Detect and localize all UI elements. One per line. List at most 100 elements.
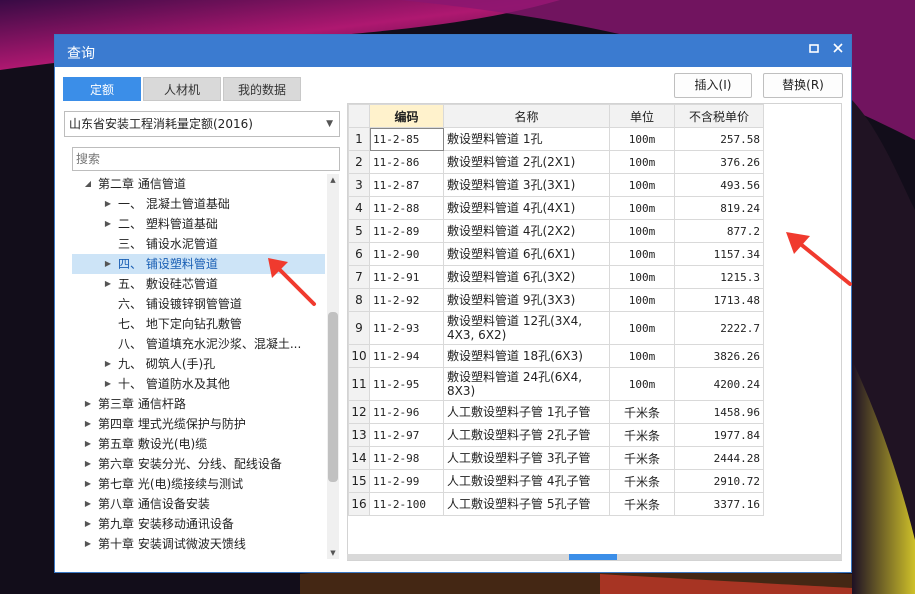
insert-button[interactable]: 插入(I) [674, 73, 752, 98]
grid-scroll-grip[interactable] [569, 554, 617, 560]
price-cell[interactable]: 2222.7 [674, 311, 764, 345]
triangle-right-icon[interactable]: ▶ [102, 254, 114, 274]
unit-cell[interactable]: 100m [609, 344, 675, 368]
tree-node[interactable]: ▶ 第四章 埋式光缆保护与防护 [72, 414, 325, 434]
tree-node[interactable]: ▶ 第六章 安装分光、分线、配线设备 [72, 454, 325, 474]
triangle-right-icon[interactable]: ▶ [82, 414, 94, 434]
unit-cell[interactable]: 100m [609, 150, 675, 174]
triangle-right-icon[interactable]: ▶ [82, 434, 94, 454]
price-cell[interactable]: 819.24 [674, 196, 764, 220]
name-cell[interactable]: 人工敷设塑料子管 1孔子管 [443, 400, 610, 424]
table-row[interactable]: 10 11-2-94 敷设塑料管道 18孔(6X3) 100m 3826.26 [348, 344, 764, 368]
triangle-right-icon[interactable]: ▶ [82, 494, 94, 514]
price-cell[interactable]: 2910.72 [674, 469, 764, 493]
price-cell[interactable]: 376.26 [674, 150, 764, 174]
name-cell[interactable]: 敷设塑料管道 12孔(3X4, 4X3, 6X2) [443, 311, 610, 345]
code-cell[interactable]: 11-2-85 [369, 127, 444, 151]
price-cell[interactable]: 4200.24 [674, 367, 764, 401]
name-cell[interactable]: 敷设塑料管道 24孔(6X4, 8X3) [443, 367, 610, 401]
tree-node[interactable]: ▶ 第七章 光(电)缆接续与测试 [72, 474, 325, 494]
table-row[interactable]: 15 11-2-99 人工敷设塑料子管 4孔子管 千米条 2910.72 [348, 469, 764, 493]
table-row[interactable]: 7 11-2-91 敷设塑料管道 6孔(3X2) 100m 1215.3 [348, 265, 764, 289]
unit-cell[interactable]: 100m [609, 196, 675, 220]
tree-node[interactable]: ▶ 十、 管道防水及其他 [72, 374, 325, 394]
code-cell[interactable]: 11-2-94 [369, 344, 444, 368]
triangle-right-icon[interactable]: ▶ [102, 194, 114, 214]
tree-node[interactable]: 三、 铺设水泥管道 [72, 234, 325, 254]
scroll-up-icon[interactable]: ▲ [327, 174, 339, 186]
triangle-right-icon[interactable]: ▶ [82, 534, 94, 554]
unit-cell[interactable]: 100m [609, 311, 675, 345]
price-cell[interactable]: 1215.3 [674, 265, 764, 289]
unit-cell[interactable]: 千米条 [609, 469, 675, 493]
name-cell[interactable]: 敷设塑料管道 3孔(3X1) [443, 173, 610, 197]
column-header-price[interactable]: 不含税单价 [674, 104, 764, 128]
name-cell[interactable]: 人工敷设塑料子管 3孔子管 [443, 446, 610, 470]
price-cell[interactable]: 3826.26 [674, 344, 764, 368]
unit-cell[interactable]: 千米条 [609, 446, 675, 470]
tree-node[interactable]: ▶ 第五章 敷设光(电)缆 [72, 434, 325, 454]
code-cell[interactable]: 11-2-91 [369, 265, 444, 289]
tab-labor-material-machine[interactable]: 人材机 [143, 77, 221, 101]
table-row[interactable]: 13 11-2-97 人工敷设塑料子管 2孔子管 千米条 1977.84 [348, 423, 764, 447]
tree-node[interactable]: ▶ 第十章 安装调试微波天馈线 [72, 534, 325, 554]
name-cell[interactable]: 敷设塑料管道 18孔(6X3) [443, 344, 610, 368]
name-cell[interactable]: 敷设塑料管道 2孔(2X1) [443, 150, 610, 174]
table-row[interactable]: 6 11-2-90 敷设塑料管道 6孔(6X1) 100m 1157.34 [348, 242, 764, 266]
replace-button[interactable]: 替换(R) [763, 73, 843, 98]
name-cell[interactable]: 人工敷设塑料子管 5孔子管 [443, 492, 610, 516]
grid-horizontal-scrollbar[interactable] [347, 554, 842, 560]
quota-library-select[interactable]: 山东省安装工程消耗量定额(2016) ▼ [64, 111, 340, 137]
name-cell[interactable]: 人工敷设塑料子管 4孔子管 [443, 469, 610, 493]
table-row[interactable]: 2 11-2-86 敷设塑料管道 2孔(2X1) 100m 376.26 [348, 150, 764, 174]
code-cell[interactable]: 11-2-86 [369, 150, 444, 174]
column-header-code[interactable]: 编码 [369, 104, 444, 128]
table-row[interactable]: 3 11-2-87 敷设塑料管道 3孔(3X1) 100m 493.56 [348, 173, 764, 197]
dialog-titlebar[interactable]: 查询 [55, 35, 851, 67]
triangle-right-icon[interactable]: ▶ [102, 374, 114, 394]
table-row[interactable]: 5 11-2-89 敷设塑料管道 4孔(2X2) 100m 877.2 [348, 219, 764, 243]
triangle-right-icon[interactable]: ▶ [102, 354, 114, 374]
triangle-right-icon[interactable]: ▶ [82, 514, 94, 534]
table-row[interactable]: 9 11-2-93 敷设塑料管道 12孔(3X4, 4X3, 6X2) 100m 222… [348, 311, 764, 345]
unit-cell[interactable]: 100m [609, 288, 675, 312]
code-cell[interactable]: 11-2-100 [369, 492, 444, 516]
table-row[interactable]: 8 11-2-92 敷设塑料管道 9孔(3X3) 100m 1713.48 [348, 288, 764, 312]
tree-node[interactable]: ◢ 第二章 通信管道 [72, 174, 325, 194]
table-row[interactable]: 11 11-2-95 敷设塑料管道 24孔(6X4, 8X3) 100m 4200.24 [348, 367, 764, 401]
code-cell[interactable]: 11-2-90 [369, 242, 444, 266]
price-cell[interactable]: 1157.34 [674, 242, 764, 266]
price-cell[interactable]: 493.56 [674, 173, 764, 197]
name-cell[interactable]: 敷设塑料管道 4孔(4X1) [443, 196, 610, 220]
name-cell[interactable]: 敷设塑料管道 1孔 [443, 127, 610, 151]
code-cell[interactable]: 11-2-89 [369, 219, 444, 243]
price-cell[interactable]: 3377.16 [674, 492, 764, 516]
triangle-down-icon[interactable]: ◢ [82, 174, 94, 194]
price-cell[interactable]: 877.2 [674, 219, 764, 243]
code-cell[interactable]: 11-2-88 [369, 196, 444, 220]
unit-cell[interactable]: 100m [609, 219, 675, 243]
tree-node[interactable]: ▶ 第九章 安装移动通讯设备 [72, 514, 325, 534]
triangle-right-icon[interactable]: ▶ [102, 214, 114, 234]
code-cell[interactable]: 11-2-97 [369, 423, 444, 447]
unit-cell[interactable]: 千米条 [609, 492, 675, 516]
triangle-right-icon[interactable]: ▶ [82, 474, 94, 494]
tree-node[interactable]: ▶ 第三章 通信杆路 [72, 394, 325, 414]
code-cell[interactable]: 11-2-95 [369, 367, 444, 401]
unit-cell[interactable]: 100m [609, 242, 675, 266]
table-row[interactable]: 1 11-2-85 敷设塑料管道 1孔 100m 257.58 [348, 127, 764, 151]
table-row[interactable]: 12 11-2-96 人工敷设塑料子管 1孔子管 千米条 1458.96 [348, 400, 764, 424]
price-cell[interactable]: 1458.96 [674, 400, 764, 424]
code-cell[interactable]: 11-2-87 [369, 173, 444, 197]
price-cell[interactable]: 2444.28 [674, 446, 764, 470]
unit-cell[interactable]: 100m [609, 367, 675, 401]
unit-cell[interactable]: 千米条 [609, 400, 675, 424]
close-x-icon[interactable] [829, 42, 847, 60]
search-input[interactable] [72, 147, 340, 171]
tree-node[interactable]: ▶ 一、 混凝土管道基础 [72, 194, 325, 214]
tree-node[interactable]: ▶ 九、 砌筑人(手)孔 [72, 354, 325, 374]
triangle-right-icon[interactable]: ▶ [82, 394, 94, 414]
code-cell[interactable]: 11-2-92 [369, 288, 444, 312]
price-cell[interactable]: 1713.48 [674, 288, 764, 312]
tree-node[interactable]: 七、 地下定向钻孔敷管 [72, 314, 325, 334]
